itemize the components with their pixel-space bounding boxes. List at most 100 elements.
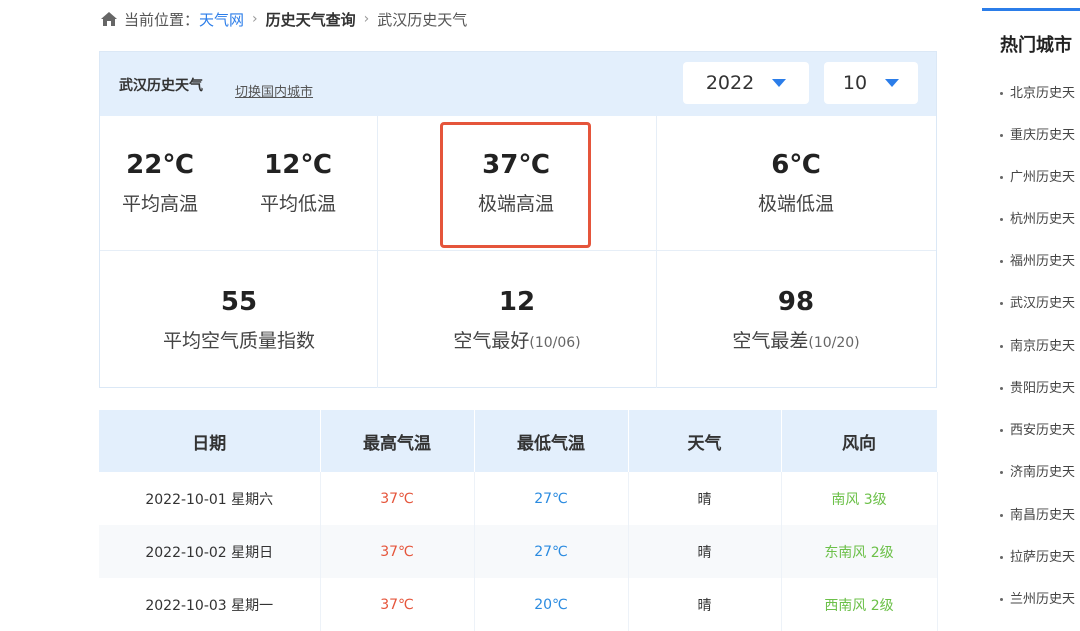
best-air-date: (10/06) xyxy=(529,335,581,351)
sidebar-item[interactable]: 兰州历史天 xyxy=(1000,588,1075,607)
cell-wind: 南风 3级 xyxy=(781,472,938,525)
cell-low: 27℃ xyxy=(474,525,629,578)
chevron-right-icon: › xyxy=(363,11,370,27)
best-air-text: 空气最好 xyxy=(453,330,530,352)
sidebar-item-label: 重庆历史天 xyxy=(1010,128,1076,143)
sidebar-title: 热门城市 xyxy=(1000,35,1072,56)
switch-city-link[interactable]: 切换国内城市 xyxy=(235,81,313,100)
breadcrumb-current: 武汉历史天气 xyxy=(377,10,468,29)
sidebar-item[interactable]: 南昌历史天 xyxy=(1000,504,1075,523)
cell-low: 20℃ xyxy=(474,578,629,631)
sidebar-item[interactable]: 福州历史天 xyxy=(1000,250,1075,269)
worst-air-value: 98 xyxy=(777,287,815,317)
cell-wind: 西南风 2级 xyxy=(781,578,938,631)
sidebar-item[interactable]: 杭州历史天 xyxy=(1000,208,1075,227)
best-air-label: 空气最好(10/06) xyxy=(417,329,617,355)
divider xyxy=(656,116,657,388)
sidebar-item-label: 济南历史天 xyxy=(1010,465,1076,480)
sidebar-item-label: 广州历史天 xyxy=(1010,170,1076,185)
sidebar-item-label: 拉萨历史天 xyxy=(1010,550,1076,565)
bullet-icon xyxy=(1000,176,1003,179)
chevron-right-icon: › xyxy=(252,11,258,27)
caret-down-icon xyxy=(772,79,787,87)
extreme-low-stat: 6℃ 极端低温 xyxy=(721,150,871,216)
sidebar-item[interactable]: 广州历史天 xyxy=(1000,166,1075,185)
sidebar-item-label: 兰州历史天 xyxy=(1010,592,1076,607)
cell-weather: 晴 xyxy=(628,525,782,578)
worst-air-date: (10/20) xyxy=(808,335,860,351)
history-table: 日期 最高气温 最低气温 天气 风向 2022-10-01 星期六 37℃ 27… xyxy=(99,410,938,631)
sidebar-item-label: 北京历史天 xyxy=(1010,86,1076,101)
column-header-high: 最高气温 xyxy=(320,410,475,472)
sidebar-item-label: 南昌历史天 xyxy=(1010,508,1076,523)
bullet-icon xyxy=(1000,387,1003,390)
month-value: 10 xyxy=(842,72,868,94)
sidebar-item[interactable]: 西安历史天 xyxy=(1000,419,1075,438)
bullet-icon xyxy=(1000,471,1003,474)
cell-low: 27℃ xyxy=(474,472,629,525)
highlight-box xyxy=(440,122,591,248)
worst-air-label: 空气最差(10/20) xyxy=(696,329,896,355)
summary-card: 武汉历史天气 切换国内城市 2022 10 22℃ 平均高温 12℃ 平均低温 … xyxy=(99,51,937,388)
sidebar-item[interactable]: 武汉历史天 xyxy=(1000,292,1075,311)
divider xyxy=(377,116,378,388)
year-select[interactable]: 2022 xyxy=(683,62,809,104)
bullet-icon xyxy=(1000,134,1003,137)
avg-low-stat: 12℃ 平均低温 xyxy=(258,150,338,216)
summary-title: 武汉历史天气 xyxy=(119,78,203,94)
sidebar-item[interactable]: 贵阳历史天 xyxy=(1000,377,1075,396)
table-row: 2022-10-03 星期一 37℃ 20℃ 晴 西南风 2级 xyxy=(99,578,938,631)
sidebar-item-label: 贵阳历史天 xyxy=(1010,381,1076,396)
avg-low-label: 平均低温 xyxy=(259,193,336,215)
bullet-icon xyxy=(1000,302,1003,305)
bullet-icon xyxy=(1000,260,1003,263)
avg-aqi-label: 平均空气质量指数 xyxy=(162,330,315,352)
table-row: 2022-10-02 星期日 37℃ 27℃ 晴 东南风 2级 xyxy=(99,525,938,578)
sidebar-item-label: 杭州历史天 xyxy=(1010,212,1076,227)
cell-weather: 晴 xyxy=(628,472,782,525)
bullet-icon xyxy=(1000,429,1003,432)
sidebar-item[interactable]: 南京历史天 xyxy=(1000,335,1075,354)
breadcrumb-prefix: 当前位置： xyxy=(124,10,200,29)
column-header-wind: 风向 xyxy=(781,410,938,472)
cell-date: 2022-10-03 星期一 xyxy=(99,578,321,631)
sidebar-item-label: 福州历史天 xyxy=(1010,254,1076,269)
breadcrumb: 当前位置： 天气网 › 历史天气查询 › 武汉历史天气 xyxy=(100,8,467,30)
avg-aqi-value: 55 xyxy=(220,287,258,317)
sidebar-item-label: 武汉历史天 xyxy=(1010,296,1076,311)
home-icon xyxy=(101,12,117,26)
worst-air-text: 空气最差 xyxy=(732,330,809,352)
table-header-row: 日期 最高气温 最低气温 天气 风向 xyxy=(99,410,938,472)
avg-high-stat: 22℃ 平均高温 xyxy=(120,150,200,216)
breadcrumb-section-link[interactable]: 历史天气查询 xyxy=(266,9,356,30)
column-header-weather: 天气 xyxy=(628,410,782,472)
column-header-date: 日期 xyxy=(99,410,321,472)
breadcrumb-site-link[interactable]: 天气网 xyxy=(199,9,244,30)
hot-cities-sidebar: 热门城市 北京历史天 重庆历史天 广州历史天 杭州历史天 福州历史天 武汉历史天… xyxy=(982,8,1080,611)
bullet-icon xyxy=(1000,345,1003,348)
bullet-icon xyxy=(1000,218,1003,221)
best-air-stat: 12 空气最好(10/06) xyxy=(417,287,617,355)
bullet-icon xyxy=(1000,92,1003,95)
cell-high: 37℃ xyxy=(320,525,475,578)
sidebar-item[interactable]: 北京历史天 xyxy=(1000,82,1075,101)
summary-header: 武汉历史天气 切换国内城市 2022 10 xyxy=(100,52,936,116)
sidebar-item[interactable]: 济南历史天 xyxy=(1000,461,1075,480)
year-value: 2022 xyxy=(705,72,755,94)
bullet-icon xyxy=(1000,598,1003,601)
caret-down-icon xyxy=(885,79,900,87)
bullet-icon xyxy=(1000,514,1003,517)
sidebar-item-label: 南京历史天 xyxy=(1010,339,1076,354)
cell-weather: 晴 xyxy=(628,578,782,631)
month-select[interactable]: 10 xyxy=(824,62,918,104)
sidebar-item[interactable]: 拉萨历史天 xyxy=(1000,546,1075,565)
cell-high: 37℃ xyxy=(320,578,475,631)
sidebar-item-label: 西安历史天 xyxy=(1010,423,1076,438)
avg-aqi-stat: 55 平均空气质量指数 xyxy=(139,287,339,353)
cell-date: 2022-10-02 星期日 xyxy=(99,525,321,578)
cell-high: 37℃ xyxy=(320,472,475,525)
extreme-low-value: 6℃ xyxy=(771,150,821,180)
avg-high-value: 22℃ xyxy=(126,150,194,180)
worst-air-stat: 98 空气最差(10/20) xyxy=(696,287,896,355)
sidebar-item[interactable]: 重庆历史天 xyxy=(1000,124,1075,143)
